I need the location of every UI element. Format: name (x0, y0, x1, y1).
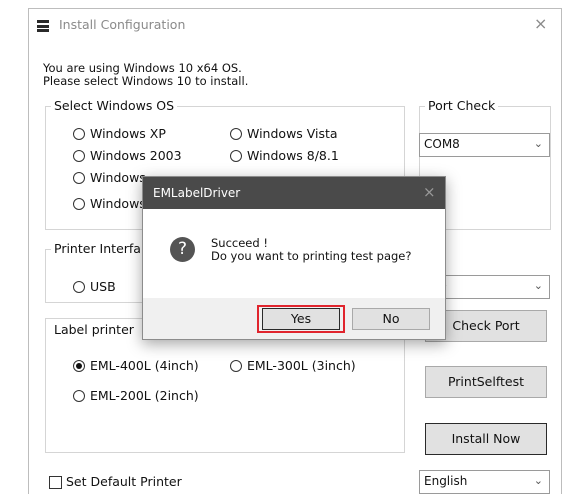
no-button[interactable]: No (352, 308, 430, 330)
radio-eml-200l[interactable] (73, 390, 85, 402)
label-printer-label: Label printer (51, 322, 137, 337)
port-check-label: Port Check (425, 98, 499, 113)
dialog-message-line2: Do you want to printing test page? (211, 249, 412, 263)
dialog-title-bar: EMLabelDriver × (143, 177, 445, 209)
dialog-close-icon[interactable]: × (423, 183, 436, 201)
os-info-text: You are using Windows 10 x64 OS. Please … (43, 62, 248, 88)
label-windows-8: Windows 8/8.1 (247, 148, 339, 163)
radio-windows-10[interactable] (73, 198, 85, 210)
chevron-down-icon: ⌄ (533, 279, 543, 292)
radio-windows-7[interactable] (73, 172, 85, 184)
yes-button[interactable]: Yes (262, 308, 340, 330)
port-select-value: COM8 (424, 137, 460, 151)
chevron-down-icon: ⌄ (533, 137, 543, 150)
window-title: Install Configuration (59, 17, 186, 32)
radio-windows-8[interactable] (230, 150, 242, 162)
radio-eml-300l[interactable] (230, 360, 242, 372)
label-eml-300l: EML-300L (3inch) (247, 358, 356, 373)
radio-windows-2003[interactable] (73, 150, 85, 162)
question-icon: ? (170, 237, 195, 262)
os-info-line2: Please select Windows 10 to install. (43, 74, 249, 88)
set-default-printer-label: Set Default Printer (66, 474, 182, 489)
radio-eml-400l[interactable] (73, 360, 85, 372)
title-bar: Install Configuration × (29, 9, 561, 41)
radio-windows-xp[interactable] (73, 128, 85, 140)
label-windows-7: Windows (90, 170, 146, 185)
close-icon[interactable]: × (534, 14, 547, 33)
language-select[interactable]: English ⌄ (419, 470, 550, 494)
set-default-printer-checkbox[interactable] (49, 476, 62, 489)
install-now-button[interactable]: Install Now (425, 423, 547, 455)
radio-usb[interactable] (73, 281, 85, 293)
emlabeldriver-dialog: EMLabelDriver × ? Succeed ! Do you want … (142, 176, 446, 340)
radio-windows-vista[interactable] (230, 128, 242, 140)
dialog-message: Succeed ! Do you want to printing test p… (211, 237, 411, 263)
chevron-down-icon: ⌄ (533, 474, 543, 487)
label-eml-200l: EML-200L (2inch) (90, 388, 199, 403)
label-windows-10: Windows (90, 196, 146, 211)
dialog-button-bar: Yes No (143, 298, 445, 339)
app-icon (37, 20, 49, 32)
printer-interface-label: Printer Interfa (51, 241, 144, 256)
label-usb: USB (90, 279, 116, 294)
label-windows-xp: Windows XP (90, 126, 166, 141)
label-eml-400l: EML-400L (4inch) (90, 358, 199, 373)
print-selftest-button[interactable]: PrintSelftest (425, 366, 547, 398)
language-select-value: English (424, 474, 468, 488)
port-select[interactable]: COM8 ⌄ (419, 133, 550, 157)
os-group-label: Select Windows OS (51, 98, 178, 113)
label-windows-2003: Windows 2003 (90, 148, 182, 163)
label-windows-vista: Windows Vista (247, 126, 338, 141)
dialog-title: EMLabelDriver (153, 186, 241, 200)
